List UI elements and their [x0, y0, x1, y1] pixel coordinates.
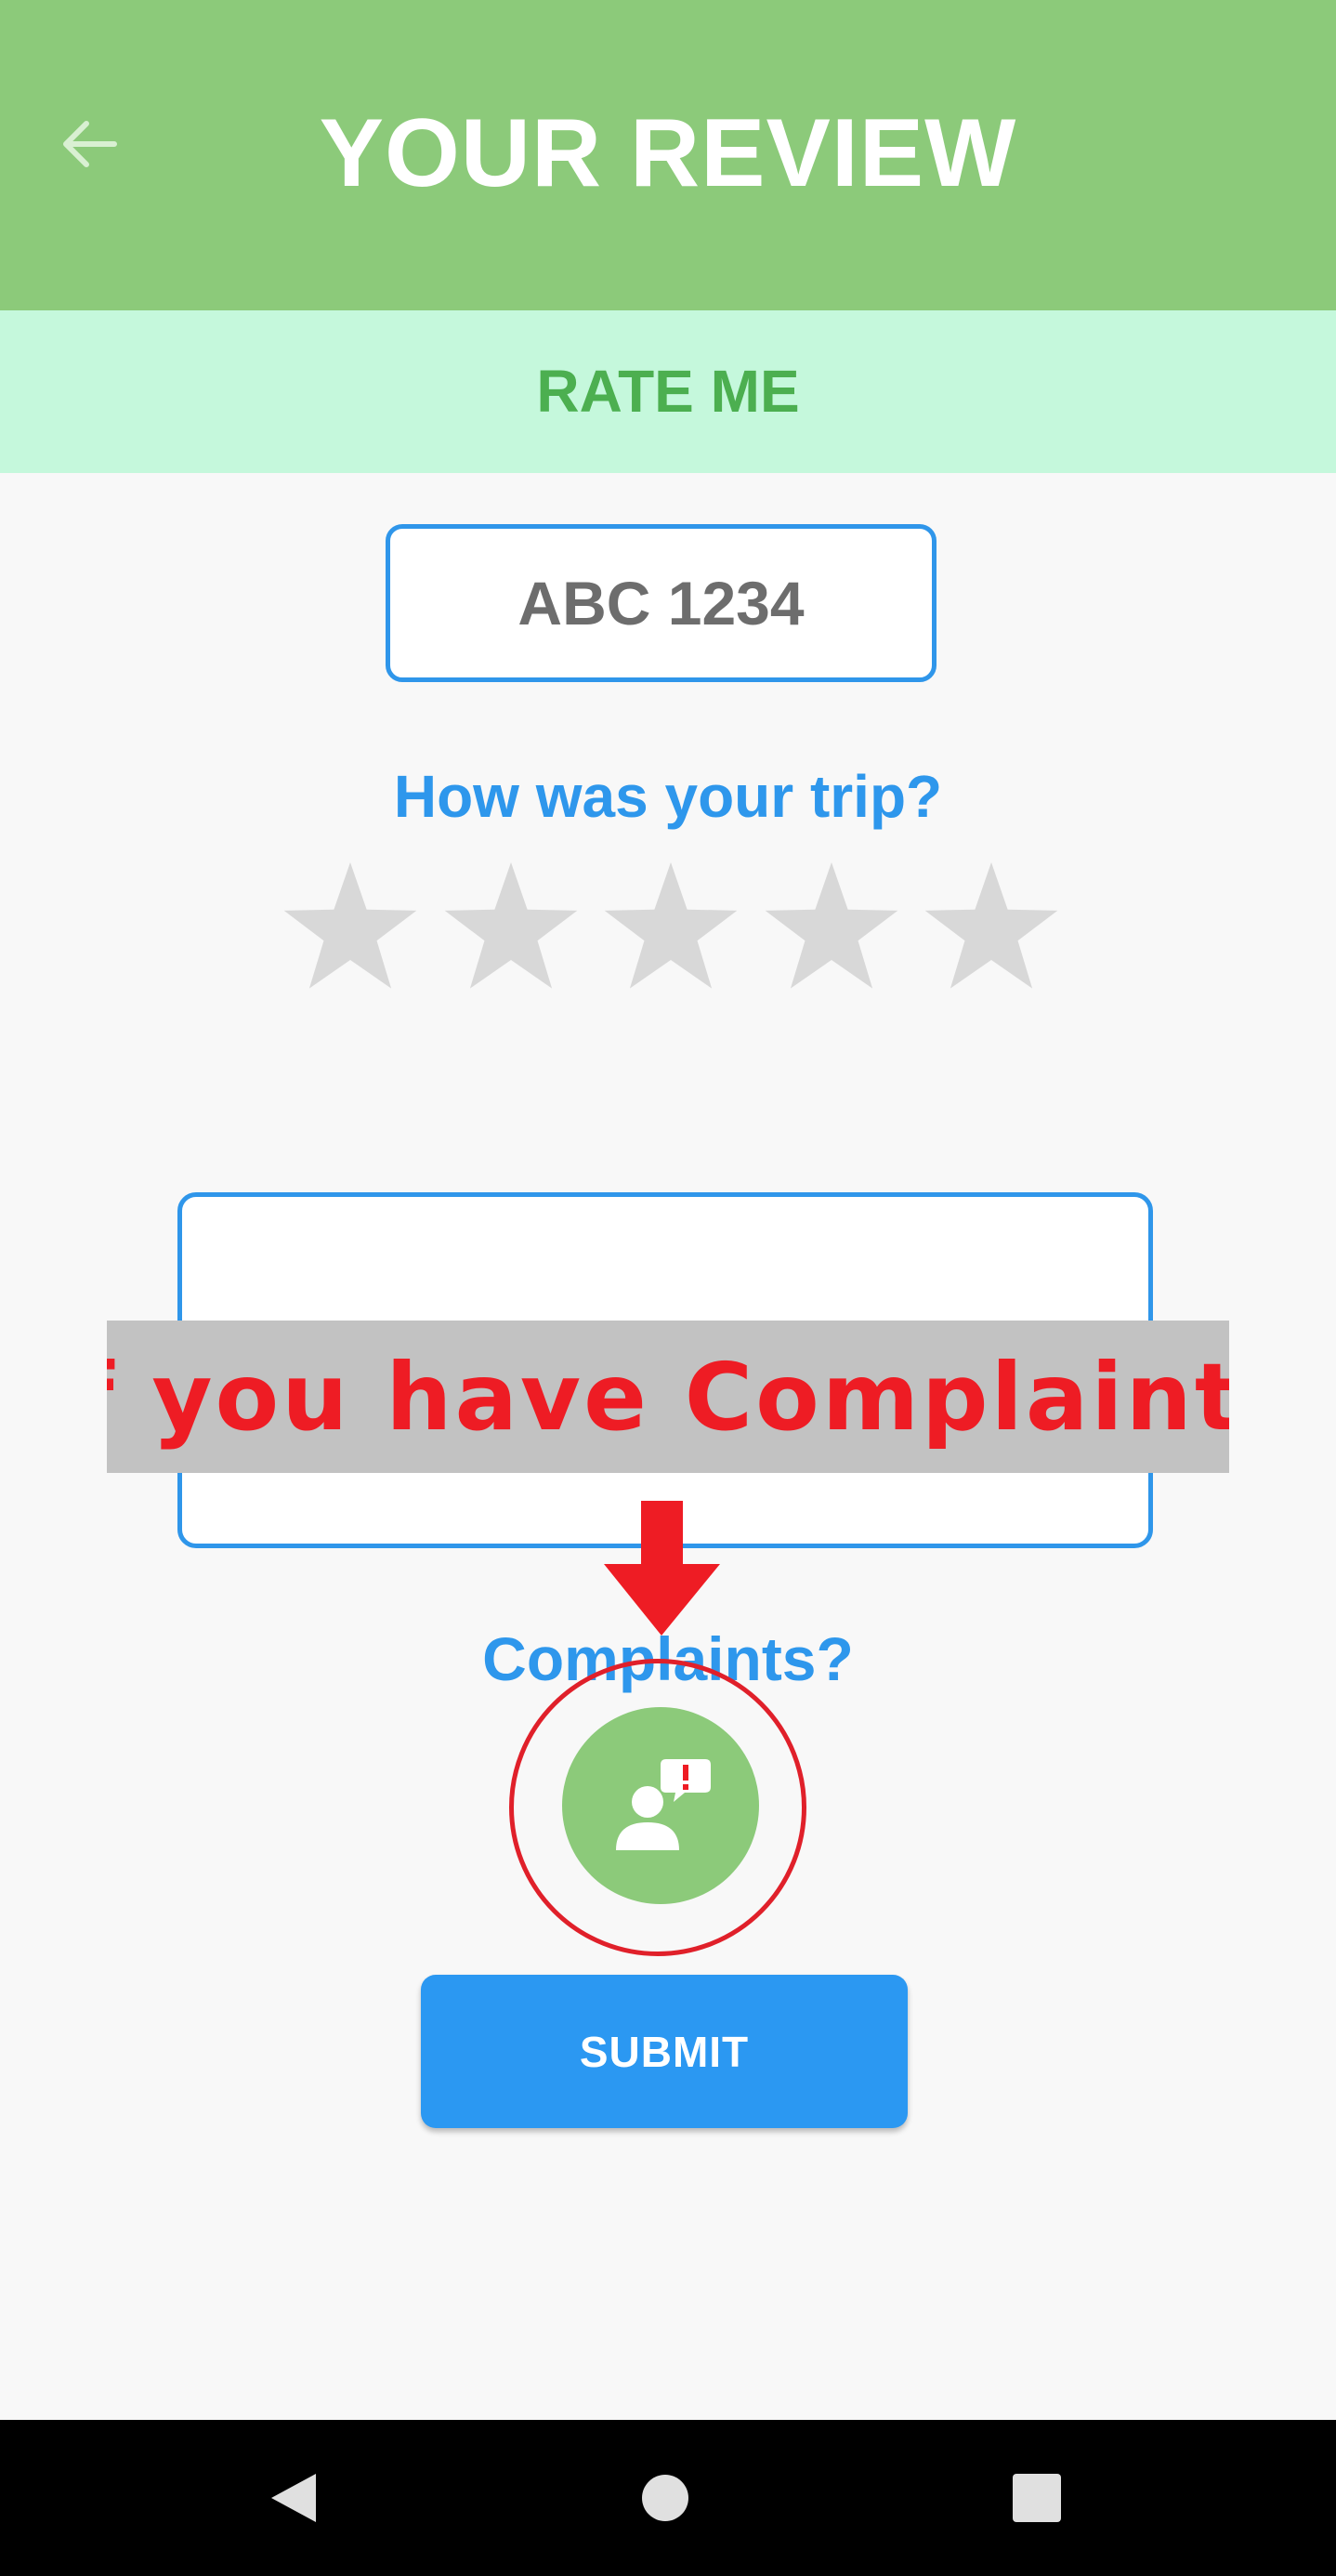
- system-nav-bar: [0, 2420, 1336, 2576]
- nav-back-button[interactable]: [256, 2461, 331, 2535]
- nav-home-icon: [642, 2475, 688, 2521]
- annotation-banner: If you have Complaints: [107, 1321, 1229, 1473]
- submit-button[interactable]: SUBMIT: [421, 1975, 908, 2128]
- nav-recents-icon: [1013, 2474, 1061, 2522]
- annotation-highlight-circle: [509, 1659, 806, 1956]
- page-title: YOUR REVIEW: [319, 99, 1017, 207]
- nav-back-icon: [271, 2474, 316, 2522]
- rate-me-band: RATE ME: [0, 310, 1336, 473]
- rate-me-label: RATE ME: [536, 358, 800, 425]
- app-bar: YOUR REVIEW: [0, 0, 1336, 310]
- arrow-down-icon: [604, 1501, 720, 1636]
- nav-recents-button[interactable]: [1000, 2461, 1074, 2535]
- star-icon[interactable]: [441, 860, 581, 999]
- plate-number-value: ABC 1234: [517, 569, 805, 637]
- star-icon[interactable]: [601, 860, 740, 999]
- nav-home-button[interactable]: [628, 2461, 702, 2535]
- trip-question: How was your trip?: [393, 763, 943, 830]
- plate-number-field: ABC 1234: [386, 524, 937, 682]
- star-rating: [281, 860, 1061, 999]
- star-icon[interactable]: [922, 860, 1061, 999]
- star-icon[interactable]: [762, 860, 901, 999]
- star-icon[interactable]: [281, 860, 420, 999]
